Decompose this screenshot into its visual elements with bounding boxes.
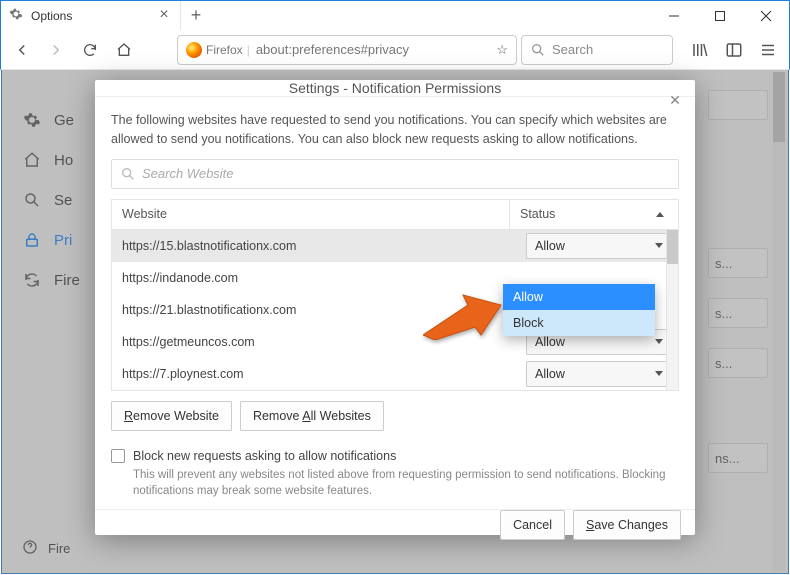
library-button[interactable] xyxy=(685,35,715,65)
url-bar[interactable]: Firefox | about:preferences#privacy ☆ xyxy=(177,35,517,65)
url-text: about:preferences#privacy xyxy=(256,42,491,57)
website-cell: https://21.blastnotificationx.com xyxy=(112,303,520,317)
search-icon xyxy=(530,42,546,58)
reload-button[interactable] xyxy=(75,35,105,65)
identity-label: Firefox xyxy=(206,43,243,57)
caret-down-icon xyxy=(655,243,663,248)
dropdown-option-block[interactable]: Block xyxy=(503,310,655,336)
minimize-button[interactable] xyxy=(651,1,697,30)
caret-down-icon xyxy=(655,339,663,344)
titlebar: Options × + xyxy=(0,0,790,30)
table-row[interactable]: https://15.blastnotificationx.com Allow xyxy=(112,230,678,262)
status-select[interactable]: Allow xyxy=(526,361,672,387)
browser-tab[interactable]: Options × xyxy=(1,1,181,30)
new-tab-button[interactable]: + xyxy=(181,1,211,30)
back-button[interactable] xyxy=(7,35,37,65)
bookmark-star-icon[interactable]: ☆ xyxy=(496,42,508,58)
table-actions: Remove Website Remove All Websites xyxy=(111,401,679,431)
nav-toolbar: Firefox | about:preferences#privacy ☆ Se… xyxy=(0,30,790,70)
status-value: Allow xyxy=(535,335,565,349)
website-cell: https://7.ploynest.com xyxy=(112,367,520,381)
dialog-description: The following websites have requested to… xyxy=(111,111,679,149)
maximize-button[interactable] xyxy=(697,1,743,30)
save-changes-button[interactable]: Save Changes xyxy=(573,510,681,540)
identity-box[interactable]: Firefox | xyxy=(186,42,250,58)
window-controls xyxy=(651,1,789,30)
table-scrollbar[interactable] xyxy=(666,230,678,390)
search-website-field[interactable] xyxy=(111,159,679,189)
remove-website-button[interactable]: Remove Website xyxy=(111,401,232,431)
caret-down-icon xyxy=(655,371,663,376)
checkbox[interactable] xyxy=(111,449,125,463)
firefox-logo-icon xyxy=(186,42,202,58)
search-placeholder: Search xyxy=(552,42,593,57)
forward-button[interactable] xyxy=(41,35,71,65)
block-new-requests-label: Block new requests asking to allow notif… xyxy=(133,449,396,463)
tab-title: Options xyxy=(31,9,148,23)
scrollbar-thumb[interactable] xyxy=(667,230,678,264)
dialog-close-button[interactable]: ✕ xyxy=(665,90,685,110)
website-cell: https://getmeuncos.com xyxy=(112,335,520,349)
column-status-label: Status xyxy=(520,207,555,221)
settings-gear-icon xyxy=(9,7,23,24)
block-new-requests-hint: This will prevent any websites not liste… xyxy=(133,467,679,499)
search-icon xyxy=(120,166,136,182)
dropdown-option-allow[interactable]: Allow xyxy=(503,284,655,310)
menu-button[interactable] xyxy=(753,35,783,65)
cancel-button[interactable]: Cancel xyxy=(500,510,565,540)
sort-indicator-icon xyxy=(656,212,664,217)
dialog-header: Settings - Notification Permissions ✕ xyxy=(95,80,695,97)
search-bar[interactable]: Search xyxy=(521,35,673,65)
remove-all-websites-button[interactable]: Remove All Websites xyxy=(240,401,384,431)
block-new-requests-row[interactable]: Block new requests asking to allow notif… xyxy=(111,449,679,463)
status-select[interactable]: Allow xyxy=(526,233,672,259)
status-value: Allow xyxy=(535,367,565,381)
column-website[interactable]: Website xyxy=(112,200,510,229)
close-window-button[interactable] xyxy=(743,1,789,30)
sidebar-button[interactable] xyxy=(719,35,749,65)
table-header: Website Status xyxy=(112,200,678,230)
website-cell: https://15.blastnotificationx.com xyxy=(112,239,520,253)
close-tab-icon[interactable]: × xyxy=(156,8,172,24)
website-cell: https://indanode.com xyxy=(112,271,520,285)
column-status[interactable]: Status xyxy=(510,200,678,229)
dialog-footer: Cancel Save Changes xyxy=(95,509,695,540)
status-dropdown: Allow Block xyxy=(503,284,655,336)
table-row[interactable]: https://7.ploynest.com Allow xyxy=(112,358,678,390)
dialog-title: Settings - Notification Permissions xyxy=(289,80,501,96)
status-value: Allow xyxy=(535,239,565,253)
home-button[interactable] xyxy=(109,35,139,65)
search-website-input[interactable] xyxy=(142,166,670,181)
